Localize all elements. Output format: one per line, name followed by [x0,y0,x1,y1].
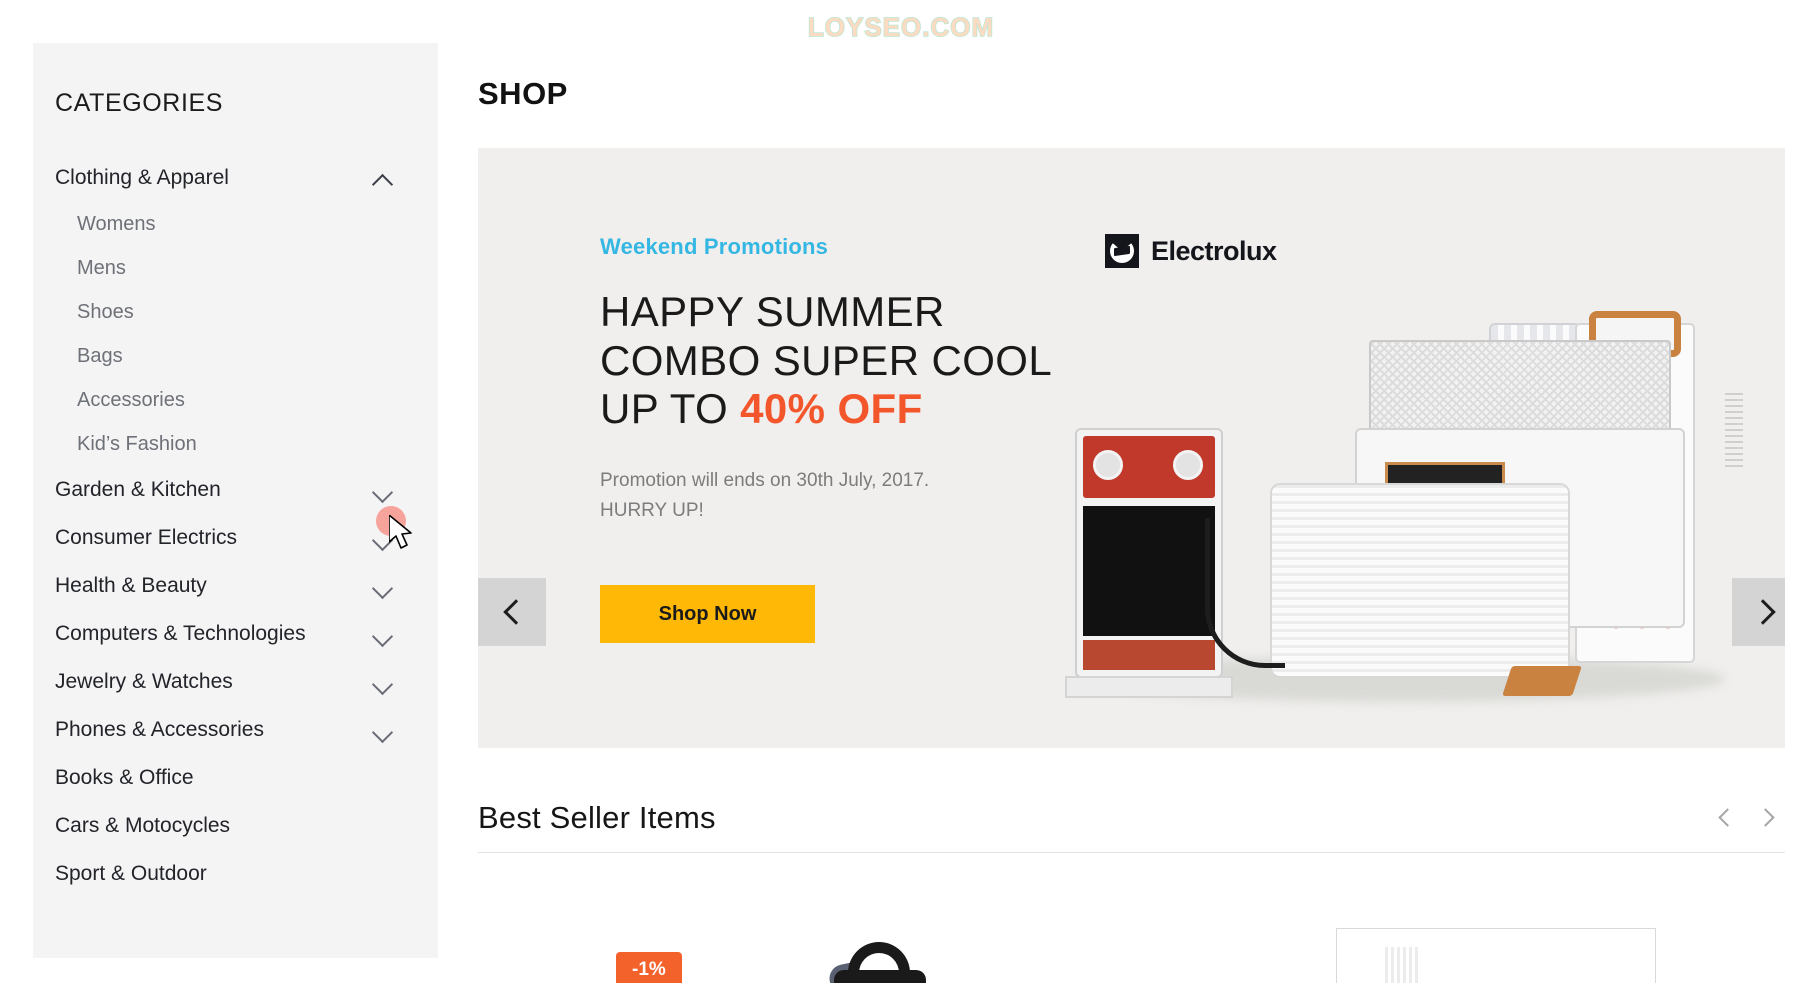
chevron-down-icon[interactable] [374,628,396,640]
sidebar-item-mens[interactable]: Mens [33,246,438,290]
sidebar-title: CATEGORIES [55,89,224,117]
sidebar-item-books-office[interactable]: Books & Office [33,754,438,802]
sidebar-item-label: Accessories [77,388,185,411]
chevron-right-icon [1749,599,1776,625]
sidebar-item-label: Bags [77,344,123,367]
hero-title-line-3: UP TO 40% OFF [600,385,1052,434]
hero-title-line-1: HAPPY SUMMER [600,288,945,335]
sidebar-item-sport-outdoor[interactable]: Sport & Outdoor [33,850,438,898]
chevron-down-icon[interactable] [374,724,396,736]
electrolux-wordmark: Electrolux [1151,235,1277,266]
sidebar-item-label: Consumer Electrics [55,526,238,549]
chevron-left-icon [502,599,529,625]
wood-block-prop [1502,666,1582,696]
sidebar-item-label: Clothing & Apparel [55,166,229,189]
air-conditioner-body [1270,483,1570,678]
convector-mesh [1369,340,1671,432]
sidebar-item-label: Phones & Accessories [55,718,264,741]
sidebar-item-computers-technologies[interactable]: Computers & Technologies [33,610,438,658]
fan-heater-knob-1 [1093,450,1123,480]
fan-heater-knob-2 [1173,450,1203,480]
sidebar-item-cars-motocycles[interactable]: Cars & Motocycles [33,802,438,850]
chevron-right-icon [1756,808,1775,827]
hero-next-button[interactable] [1732,578,1785,646]
chevron-down-icon[interactable] [374,580,396,592]
sidebar-item-label: Computers & Technologies [55,622,306,645]
hero-subtext: Promotion will ends on 30th July, 2017. … [600,466,1052,525]
best-seller-product-row: -1% [478,880,1785,983]
chevron-down-icon[interactable] [374,676,396,688]
electrolux-mark-icon [1105,234,1139,268]
sidebar-item-label: Garden & Kitchen [55,478,221,501]
sidebar-item-kid-s-fashion[interactable]: Kid’s Fashion [33,422,438,466]
electrolux-logo: Electrolux [1105,234,1277,268]
hero-copy: Weekend Promotions HAPPY SUMMER COMBO SU… [600,234,1052,525]
sidebar-item-accessories[interactable]: Accessories [33,378,438,422]
hero-discount-highlight: 40% OFF [740,385,923,433]
mouse-pointer-icon [389,515,412,549]
best-seller-next-button[interactable] [1756,808,1779,828]
sidebar-item-jewelry-watches[interactable]: Jewelry & Watches [33,658,438,706]
hero-title-prefix: UP TO [600,385,741,433]
sidebar-item-label: Cars & Motocycles [55,814,231,837]
sidebar-item-shoes[interactable]: Shoes [33,290,438,334]
page-root: LOYSEO.COM CATEGORIES Clothing & Apparel… [0,0,1802,983]
hero-subtext-line-2: HURRY UP! [600,499,704,521]
product-card-placeholder [1385,947,1421,983]
hero-banner[interactable]: Weekend Promotions HAPPY SUMMER COMBO SU… [478,148,1785,748]
sidebar-item-womens[interactable]: Womens [33,202,438,246]
best-seller-header: Best Seller Items [478,800,1785,853]
sidebar-item-health-beauty[interactable]: Health & Beauty [33,562,438,610]
hero-title-line-2: COMBO SUPER COOL [600,336,1053,384]
product-thumbnail-bag[interactable] [818,942,938,983]
sidebar-item-phones-accessories[interactable]: Phones & Accessories [33,706,438,754]
hero-kicker: Weekend Promotions [600,234,829,259]
sidebar-item-label: Womens [77,212,156,235]
sidebar-item-label: Shoes [77,300,134,323]
sidebar-item-label: Sport & Outdoor [55,862,207,885]
sidebar-item-label: Books & Office [55,766,194,789]
product-card[interactable] [1336,928,1656,983]
fan-heater-screen [1083,506,1215,636]
shop-now-button[interactable]: Shop Now [600,585,815,643]
sidebar-item-bags[interactable]: Bags [33,334,438,378]
best-seller-prev-button[interactable] [1717,808,1737,828]
hero-product-artwork: Electrolux [1055,234,1755,708]
sidebar-item-label: Mens [77,256,126,279]
discount-badge: -1% [616,952,682,983]
air-conditioner-illustration [1270,483,1570,678]
categories-sidebar: CATEGORIES Clothing & Apparel Womens Mens S… [33,43,438,958]
radiator-vent [1725,393,1743,467]
sidebar-item-label: Health & Beauty [55,574,207,597]
page-title: SHOP [478,76,568,111]
fan-heater-base-panel [1083,640,1215,670]
sidebar-item-label: Kid’s Fashion [77,432,197,455]
sidebar-item-clothing-apparel[interactable]: Clothing & Apparel [33,154,438,202]
fan-heater-foot [1065,676,1233,698]
bag-handle [848,942,910,983]
chevron-left-icon [1718,808,1737,827]
fan-heater-illustration [1065,428,1233,698]
sidebar-item-label: Jewelry & Watches [55,670,233,693]
sidebar-item-garden-kitchen[interactable]: Garden & Kitchen [33,466,438,514]
chevron-down-icon[interactable] [374,484,396,496]
main-content: SHOP Weekend Promotions HAPPY SUMMER COM… [478,0,1802,983]
hero-prev-button[interactable] [478,578,546,646]
best-seller-carousel-controls [1717,808,1785,828]
chevron-up-icon[interactable] [374,172,396,184]
hero-subtext-line-1: Promotion will ends on 30th July, 2017. [600,470,930,492]
best-seller-title: Best Seller Items [478,800,716,835]
